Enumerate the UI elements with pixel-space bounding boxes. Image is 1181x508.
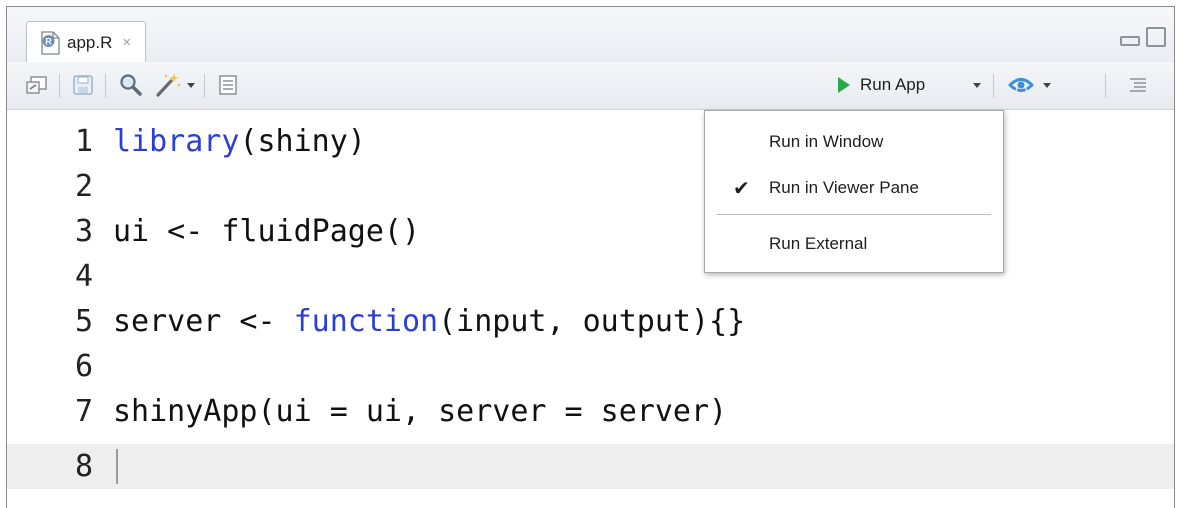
code-line-current[interactable]: 8: [7, 444, 1174, 489]
toolbar-separator: [59, 74, 60, 98]
run-app-label: Run App: [860, 75, 926, 94]
toolbar-separator: [204, 74, 205, 98]
menu-divider: [717, 214, 991, 215]
chevron-down-icon: [973, 82, 981, 88]
code-tools-icon[interactable]: [154, 70, 195, 100]
line-number: 3: [74, 214, 93, 249]
r-file-icon: R: [39, 30, 61, 55]
run-app-button[interactable]: Run App: [838, 70, 925, 100]
chevron-down-icon: [1043, 82, 1051, 88]
tab-app-r[interactable]: R app.R ×: [26, 21, 147, 63]
run-app-menu: Run in Window ✔ Run in Viewer Pane Run E…: [704, 110, 1004, 273]
code-line[interactable]: 7 shinyApp(ui = ui, server = server): [7, 389, 1174, 434]
document-outline-icon[interactable]: [1128, 70, 1148, 100]
line-number: 2: [74, 169, 93, 204]
menu-item-run-external[interactable]: Run External: [705, 225, 1003, 263]
checkmark-icon: ✔: [733, 177, 750, 200]
svg-text:R: R: [45, 36, 52, 46]
menu-item-run-in-window[interactable]: Run in Window: [705, 123, 1003, 161]
code-text: shinyApp(ui = ui, server = server): [113, 394, 728, 429]
menu-item-label: Run External: [769, 234, 868, 253]
code-text: library(shiny): [113, 124, 366, 159]
menu-item-label: Run in Viewer Pane: [769, 178, 919, 197]
toolbar-separator: [1105, 74, 1106, 98]
editor-toolbar: Run App: [7, 62, 1174, 110]
code-line[interactable]: 6: [7, 344, 1174, 389]
tab-close-icon[interactable]: ×: [122, 34, 131, 51]
line-number: 8: [74, 449, 93, 484]
play-icon: [838, 77, 850, 93]
tab-bar: R app.R ×: [7, 7, 1174, 63]
maximize-pane-icon[interactable]: [1146, 27, 1166, 47]
show-in-new-window-icon[interactable]: [25, 70, 49, 100]
line-number: 1: [74, 124, 93, 159]
save-icon[interactable]: [72, 70, 94, 100]
toolbar-separator: [993, 74, 994, 98]
line-number: 4: [74, 259, 93, 294]
compile-report-icon[interactable]: [217, 70, 239, 100]
line-number: 7: [74, 394, 93, 429]
run-app-dropdown-button[interactable]: [973, 70, 981, 100]
minimize-pane-icon[interactable]: [1120, 36, 1140, 46]
line-number: 5: [74, 304, 93, 339]
menu-item-run-in-viewer-pane[interactable]: ✔ Run in Viewer Pane: [705, 169, 1003, 207]
line-number: 6: [74, 349, 93, 384]
find-replace-icon[interactable]: [118, 70, 144, 100]
code-token-function: library: [113, 124, 240, 159]
source-editor-pane: R app.R × Run App 1 library(shiny) 2 3 u…: [6, 6, 1175, 508]
chevron-down-icon: [187, 82, 195, 88]
publish-button[interactable]: [1007, 70, 1051, 100]
pane-window-controls: [1120, 27, 1166, 47]
code-text: ui <- fluidPage(): [113, 214, 421, 249]
text-cursor: [116, 449, 118, 484]
tab-label: app.R: [67, 32, 113, 52]
toolbar-separator: [105, 74, 106, 98]
code-text: server <- function(input, output){}: [113, 304, 746, 339]
code-line[interactable]: 5 server <- function(input, output){}: [7, 299, 1174, 344]
code-token-keyword: function: [293, 304, 439, 339]
menu-item-label: Run in Window: [769, 132, 884, 151]
